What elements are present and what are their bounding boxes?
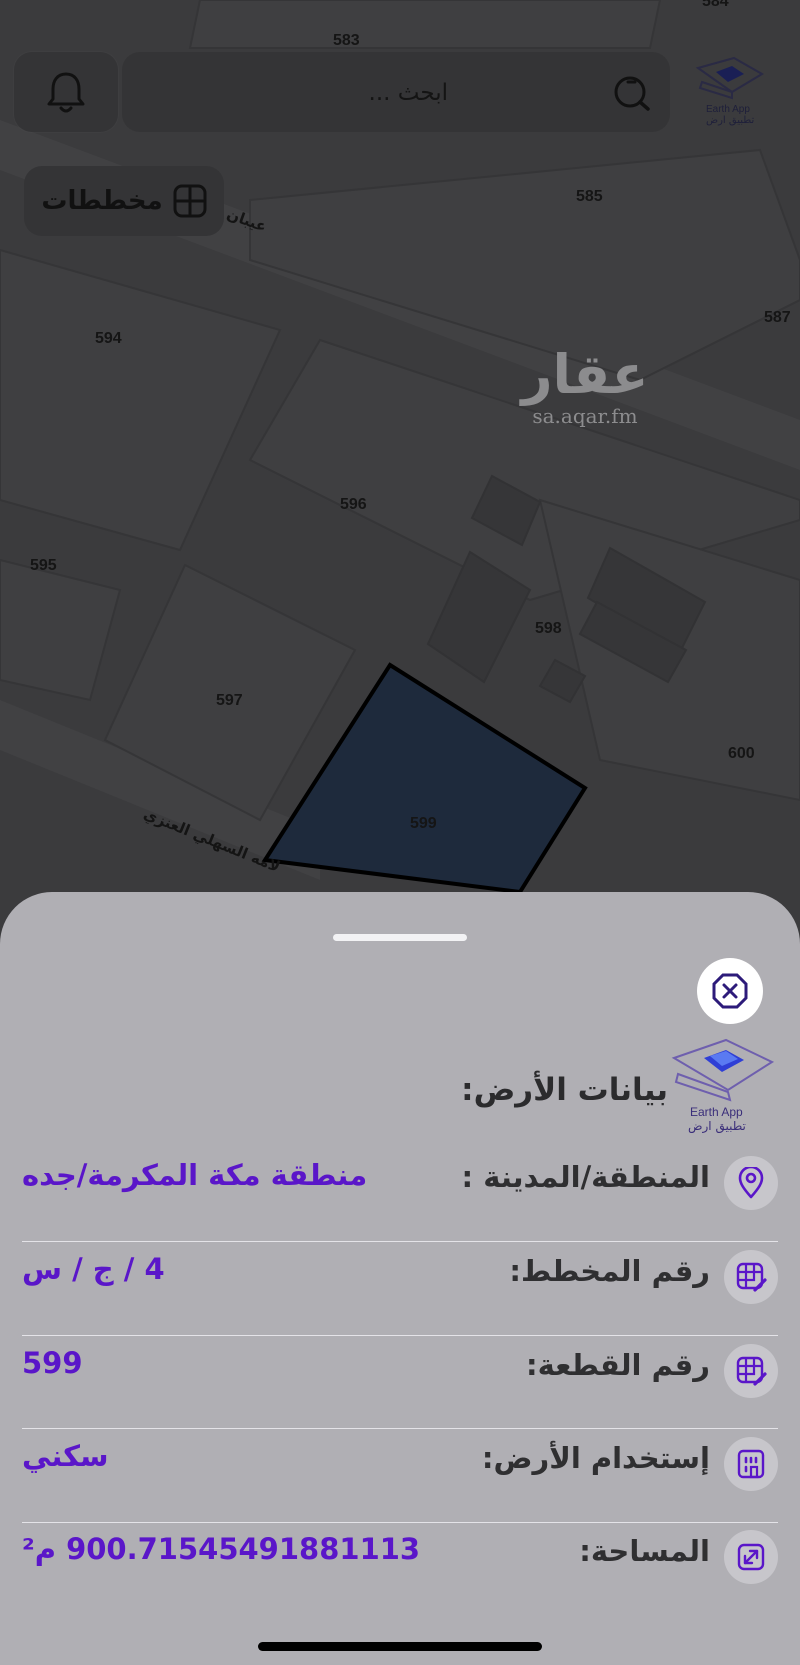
plot-label-583: 583 <box>333 32 360 49</box>
aqar-watermark: عقار sa.aqar.fm <box>520 343 650 428</box>
earth-app-logo-icon <box>671 1038 775 1102</box>
row-label: المساحة: <box>579 1534 710 1568</box>
close-button[interactable] <box>697 958 763 1024</box>
grid-icon <box>173 184 207 218</box>
grid-edit-icon <box>724 1250 778 1304</box>
plot-583-shape[interactable] <box>188 0 662 49</box>
info-row-region: المنطقة/المدينة : منطقة مكة المكرمة/جده <box>22 1136 778 1228</box>
watermark-arabic: عقار <box>521 343 649 406</box>
search-icon[interactable] <box>612 72 652 112</box>
row-value: سكني <box>22 1439 109 1473</box>
row-label: رقم المخطط: <box>509 1254 710 1288</box>
bell-icon <box>47 72 85 113</box>
notifications-button[interactable] <box>14 52 118 132</box>
logo-text-ar: تطبيق ارض <box>706 115 755 126</box>
resize-icon <box>724 1530 778 1584</box>
plans-button[interactable]: مخططات <box>24 166 224 236</box>
info-row-plan-number: رقم المخطط: 4 / ج / س <box>22 1230 778 1322</box>
row-label: إستخدام الأرض: <box>481 1441 710 1475</box>
plot-label-585: 585 <box>576 188 603 205</box>
plot-label-600: 600 <box>728 745 755 762</box>
plot-label-596: 596 <box>340 496 367 513</box>
search-bar[interactable] <box>122 52 670 132</box>
plot-label-598: 598 <box>535 620 562 637</box>
close-icon <box>712 973 748 1009</box>
plot-label-597: 597 <box>216 692 243 709</box>
plans-button-label: مخططات <box>41 186 163 216</box>
info-row-plot-number: رقم القطعة: 599 <box>22 1324 778 1416</box>
row-value: 4 / ج / س <box>22 1252 165 1286</box>
logo-text-ar: تطبيق ارض <box>688 1119 746 1133</box>
row-label: رقم القطعة: <box>525 1348 710 1382</box>
row-value: 900.71545491881113 م² <box>22 1532 421 1566</box>
info-row-area: المساحة: 900.71545491881113 م² <box>22 1510 778 1602</box>
building-icon <box>724 1437 778 1491</box>
row-value: منطقة مكة المكرمة/جده <box>22 1158 368 1192</box>
plot-label-584: 584 <box>702 0 729 10</box>
sheet-title: بيانات الأرض: <box>461 1072 668 1108</box>
land-info-sheet: Earth App تطبيق ارض بيانات الأرض: المنطق… <box>0 892 800 1665</box>
earth-app-logo: Earth App تطبيق ارض <box>688 52 780 132</box>
sheet-drag-handle[interactable] <box>333 934 467 941</box>
plot-label-599: 599 <box>410 815 437 832</box>
row-value: 599 <box>22 1346 83 1380</box>
search-input[interactable] <box>226 72 450 114</box>
earth-app-logo: Earth App تطبيق ارض <box>668 1032 778 1137</box>
grid-edit-icon <box>724 1344 778 1398</box>
home-indicator <box>258 1642 542 1651</box>
plot-label-595: 595 <box>30 557 57 574</box>
row-label: المنطقة/المدينة : <box>461 1160 710 1194</box>
watermark-url: sa.aqar.fm <box>532 404 638 428</box>
logo-text-en: Earth App <box>690 1105 743 1119</box>
plot-label-587: 587 <box>764 309 791 326</box>
plot-label-594: 594 <box>95 330 122 347</box>
info-row-land-use: إستخدام الأرض: سكني <box>22 1417 778 1509</box>
logo-text-en: Earth App <box>706 104 750 115</box>
earth-app-logo-icon <box>695 56 764 100</box>
location-pin-icon <box>724 1156 778 1210</box>
